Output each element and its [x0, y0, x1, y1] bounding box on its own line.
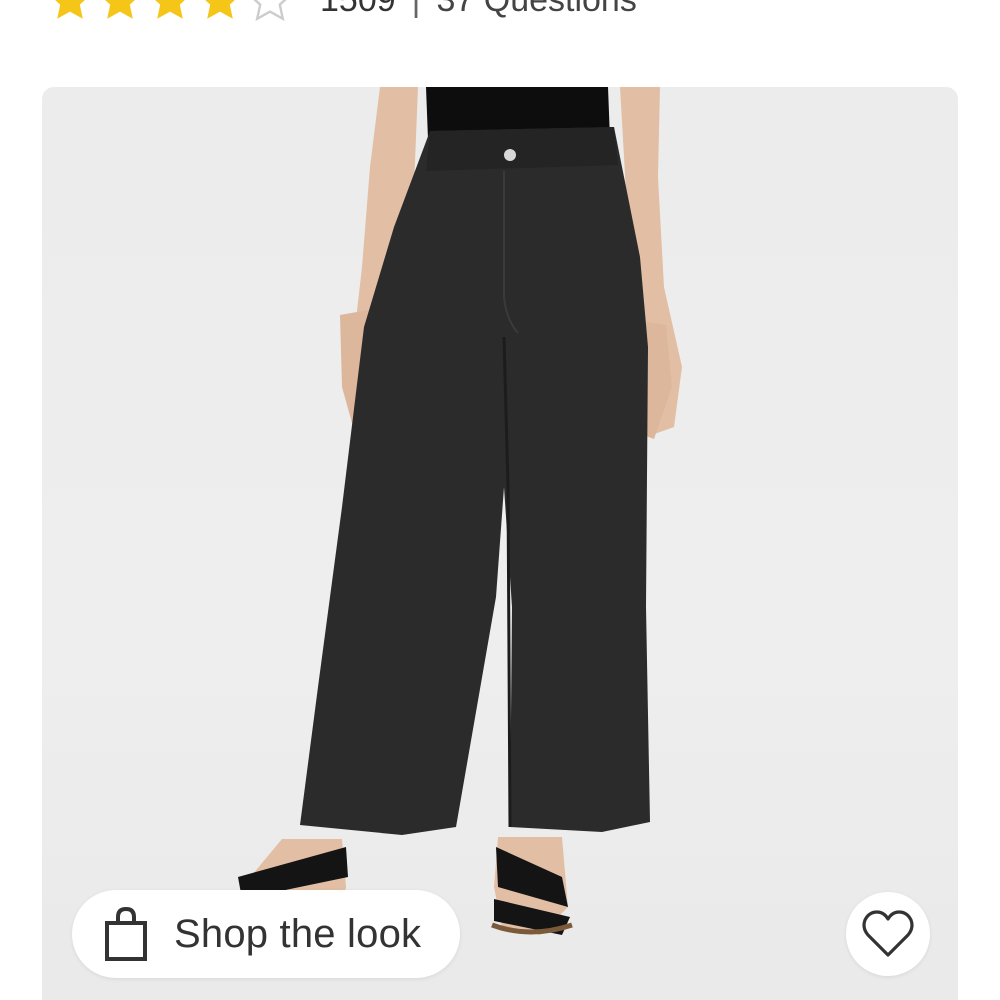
star-filled-icon [155, 0, 185, 19]
questions-link[interactable]: 37 Questions [436, 0, 636, 22]
product-photo [238, 87, 682, 935]
star-rating [46, 0, 294, 22]
shop-the-look-button[interactable]: Shop the look [72, 890, 460, 978]
heart-icon [862, 910, 914, 957]
star-empty-icon [253, 0, 287, 22]
favorite-button[interactable] [846, 892, 930, 976]
product-image-card[interactable] [42, 87, 958, 1000]
rating-separator: | [411, 0, 421, 19]
rating-row[interactable]: 1509 | 37 Questions [46, 0, 637, 22]
shop-the-look-label: Shop the look [174, 911, 422, 956]
star-filled-icon [105, 0, 135, 19]
star-filled-icon [55, 0, 85, 19]
star-filled-icon [205, 0, 235, 19]
rating-count[interactable]: 1509 [320, 0, 396, 22]
shopping-bag-icon [105, 907, 147, 961]
